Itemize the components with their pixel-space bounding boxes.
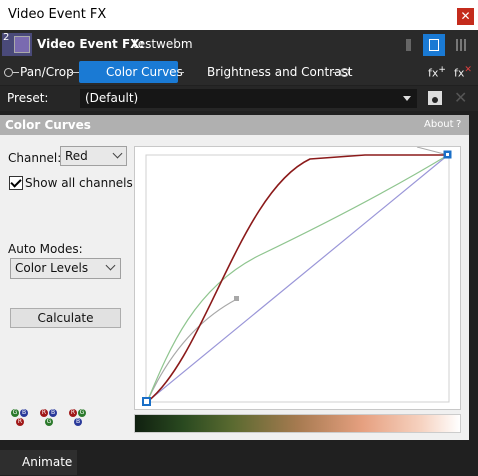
clip-name: testwebm [133, 37, 193, 51]
animate-button[interactable]: Animate [0, 450, 77, 475]
chain-end-pin-icon [340, 68, 349, 77]
about-link[interactable]: About [424, 119, 454, 130]
plugin-chain: Pan/Crop Color Curves Brightness and Con… [0, 60, 478, 139]
window-title: Video Event FX [8, 7, 107, 22]
auto-modes-value: Color Levels [15, 261, 89, 275]
curve-graph-svg [142, 147, 452, 406]
chain-start-pin-icon [4, 68, 13, 77]
swap-bottom: B [74, 418, 82, 426]
swap-channels-g-button[interactable]: R B G [40, 409, 60, 429]
fx-remove-label: fx [454, 66, 465, 80]
layout-split-icon[interactable] [423, 34, 445, 56]
chain-item-color-curves-label: Color Curves [106, 65, 183, 79]
swap-channels-r-button[interactable]: G B R [11, 409, 31, 429]
channel-value: Red [65, 149, 88, 163]
curve-handle[interactable] [234, 296, 239, 301]
preset-label: Preset: [7, 91, 49, 105]
delete-preset-icon[interactable]: ✕ [454, 88, 467, 107]
event-thumbnail: 2 [2, 32, 32, 56]
swap-channels-b-button[interactable]: R G B [69, 409, 89, 429]
swap-top-right: B [20, 409, 28, 417]
help-icon[interactable]: ? [456, 119, 461, 130]
channel-label: Channel: [8, 151, 62, 165]
color-curves-panel: Color Curves About ? Channel: Red Show a… [0, 115, 469, 440]
panel-header: Color Curves About ? [0, 115, 469, 135]
header-label: Video Event FX: [37, 37, 145, 51]
swap-top-left: R [69, 409, 77, 417]
preset-dropdown[interactable]: (Default) [80, 89, 417, 108]
show-all-channels-label: Show all channels [25, 176, 133, 190]
title-bar: Video Event FX ✕ [0, 0, 478, 30]
chain-connector [333, 72, 340, 73]
calculate-label: Calculate [37, 311, 94, 325]
panel-title: Color Curves [5, 118, 91, 132]
auto-modes-label: Auto Modes: [8, 242, 83, 256]
chevron-down-icon [105, 260, 116, 271]
show-all-channels-checkbox[interactable] [9, 176, 23, 190]
close-icon[interactable]: ✕ [457, 8, 474, 25]
swap-bottom: R [16, 418, 24, 426]
preset-value: (Default) [85, 91, 139, 105]
curve-graph[interactable] [134, 146, 461, 410]
fx-add-label: fx [428, 66, 439, 80]
layout-compact-icon[interactable] [406, 39, 411, 51]
gray-tangent-line [416, 147, 449, 156]
chain-item-pan-crop[interactable]: Pan/Crop [20, 65, 74, 79]
chain-connector [178, 72, 184, 73]
swap-top-left: G [11, 409, 19, 417]
swap-top-right: B [49, 409, 57, 417]
swap-top-right: G [78, 409, 86, 417]
chevron-down-icon [112, 148, 123, 159]
chain-connector [13, 72, 19, 73]
swap-bottom: G [45, 418, 53, 426]
preset-row: Preset: (Default) ✕ [0, 86, 478, 111]
chain-item-brightness-contrast[interactable]: Brightness and Contrast [207, 65, 352, 79]
swap-top-left: R [40, 409, 48, 417]
curve-endpoint-handle[interactable] [142, 397, 151, 406]
film-icon [14, 36, 30, 53]
curve-endpoint-handle-inner [446, 153, 449, 156]
chevron-down-icon [403, 96, 411, 101]
fx-remove-icon[interactable]: fx✕ [454, 65, 472, 80]
auto-modes-select[interactable]: Color Levels [10, 258, 121, 279]
chain-connector [70, 72, 79, 73]
save-preset-icon[interactable] [428, 91, 442, 105]
output-gradient-bar [134, 414, 461, 433]
calculate-button[interactable]: Calculate [10, 308, 121, 328]
fx-add-icon[interactable]: fx+ [428, 65, 446, 80]
layout-list-icon[interactable] [456, 39, 466, 51]
animate-label: Animate [22, 455, 73, 469]
channel-select[interactable]: Red [60, 146, 127, 166]
event-header: 2 Video Event FX: testwebm [0, 30, 478, 60]
track-number: 2 [3, 32, 10, 43]
